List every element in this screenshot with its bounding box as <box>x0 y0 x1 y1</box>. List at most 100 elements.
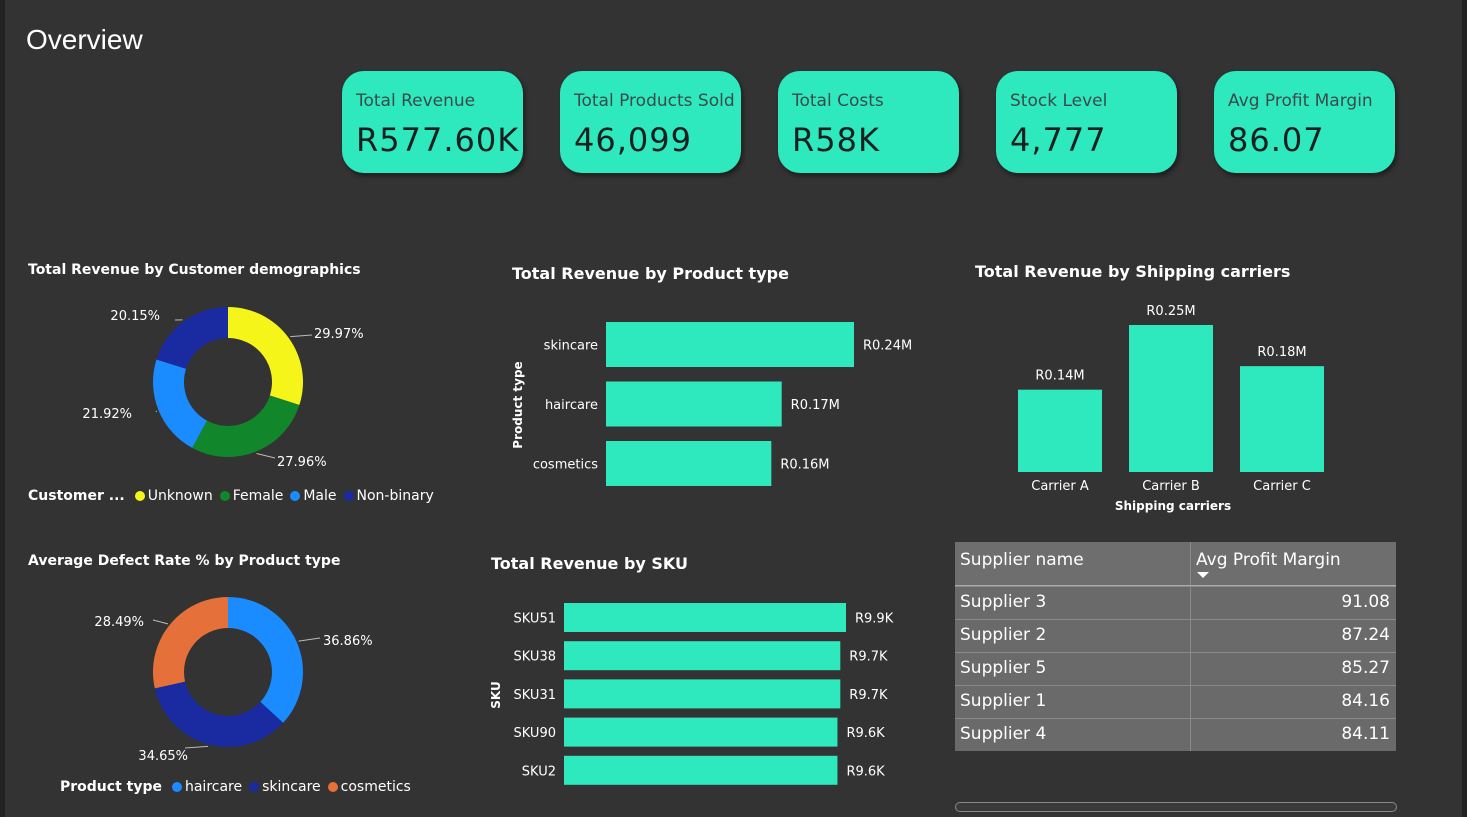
donut-slice-female[interactable] <box>192 395 300 457</box>
legend-dot <box>249 782 260 792</box>
kpi-label: Total Products Sold <box>574 91 735 111</box>
kpi-value: 4,777 <box>1010 121 1107 159</box>
kpi-card-stock-level[interactable]: Stock Level 4,777 <box>996 71 1177 173</box>
kpi-card-total-revenue[interactable]: Total Revenue R577.60K <box>342 71 523 173</box>
bar-sku2[interactable] <box>564 755 838 785</box>
table-row[interactable]: Supplier 4 84.11 <box>955 718 1396 751</box>
column-divider <box>1190 620 1191 652</box>
kpi-value: R577.60K <box>356 121 520 159</box>
bar-sku90[interactable] <box>564 717 838 747</box>
data-label: R9.6K <box>846 726 885 741</box>
table-header: Supplier name Avg Profit Margin <box>955 542 1396 586</box>
data-label: R9.7K <box>849 650 888 665</box>
legend-dot <box>327 782 338 792</box>
cell-supplier: Supplier 1 <box>960 691 1047 711</box>
category-tick-label: SKU38 <box>514 650 557 665</box>
supplier-table[interactable]: Supplier name Avg Profit Margin Supplier… <box>955 542 1396 751</box>
donut-slice-skincare[interactable] <box>154 681 284 747</box>
slice-label: 36.86% <box>323 634 373 649</box>
column-divider <box>1190 542 1191 585</box>
data-label: R0.24M <box>863 339 912 354</box>
demographics-donut-chart[interactable]: 29.97% 27.96% 21.92% 20.15% <box>20 290 460 480</box>
table-row[interactable]: Supplier 5 85.27 <box>955 652 1396 685</box>
donut-slice-unknown[interactable] <box>228 307 303 406</box>
donut-slice-non-binary[interactable] <box>156 307 228 369</box>
legend-dot <box>290 491 301 501</box>
donut-slice-cosmetics[interactable] <box>153 597 228 689</box>
cell-margin: 84.11 <box>1341 724 1390 744</box>
leader-line <box>256 453 276 459</box>
leader-line <box>290 334 313 338</box>
bar-carrier-c[interactable] <box>1240 366 1324 472</box>
donut-slice-haircare[interactable] <box>228 597 303 723</box>
sort-descending-icon[interactable] <box>1196 571 1210 579</box>
cell-supplier: Supplier 3 <box>960 592 1047 612</box>
window-frame-left <box>0 0 5 817</box>
category-tick-label: SKU2 <box>522 764 556 779</box>
bar-cosmetics[interactable] <box>606 441 772 486</box>
bar-sku31[interactable] <box>564 679 841 709</box>
data-label: R9.9K <box>855 612 894 627</box>
legend-item-cosmetics[interactable]: cosmetics <box>327 779 411 795</box>
kpi-value: 46,099 <box>574 121 692 159</box>
bar-sku51[interactable] <box>564 603 846 632</box>
donut-slice-male[interactable] <box>152 359 207 448</box>
bar-skincare[interactable] <box>606 322 854 367</box>
data-label: R9.7K <box>849 688 888 703</box>
shipping-carriers-chart-title: Total Revenue by Shipping carriers <box>975 262 1291 281</box>
defect-rate-legend: Product type haircare skincare cosmetics <box>60 779 418 795</box>
bar-carrier-a[interactable] <box>1018 389 1102 472</box>
shipping-carriers-bar-chart[interactable]: R0.14M Carrier A R0.25M Carrier B R0.18M Carr… <box>990 295 1350 520</box>
kpi-card-total-products-sold[interactable]: Total Products Sold 46,099 <box>560 71 741 173</box>
legend-item-unknown[interactable]: Unknown <box>134 488 213 504</box>
slice-label: 20.15% <box>110 309 160 324</box>
data-label: R9.6K <box>846 764 885 779</box>
column-divider <box>1190 587 1191 619</box>
column-header-avg-profit-margin[interactable]: Avg Profit Margin <box>1196 550 1341 570</box>
cell-margin: 91.08 <box>1341 592 1390 612</box>
table-horizontal-scrollbar[interactable] <box>955 802 1397 812</box>
data-label: R0.14M <box>1035 369 1084 384</box>
bar-haircare[interactable] <box>606 381 782 427</box>
y-axis-label: SKU <box>489 681 503 708</box>
cell-margin: 85.27 <box>1341 658 1390 678</box>
legend-label: Unknown <box>147 488 213 504</box>
legend-item-female[interactable]: Female <box>219 488 283 504</box>
sku-bar-chart[interactable]: SKU SKU51 R9.9K SKU38 R9.7K SKU31 R9.7K SKU90 R9… <box>485 595 925 795</box>
table-row[interactable]: Supplier 2 87.24 <box>955 619 1396 652</box>
product-type-bar-chart[interactable]: Product type skincare R0.24M haircare R0.17M… <box>500 300 940 500</box>
column-header-supplier-name[interactable]: Supplier name <box>960 550 1084 570</box>
kpi-label: Stock Level <box>1010 91 1108 111</box>
kpi-card-total-costs[interactable]: Total Costs R58K <box>778 71 959 173</box>
legend-dot <box>134 491 145 501</box>
kpi-value: 86.07 <box>1228 121 1325 159</box>
data-label: R0.16M <box>780 458 829 473</box>
data-label: R0.18M <box>1257 345 1306 360</box>
kpi-card-avg-profit-margin[interactable]: Avg Profit Margin 86.07 <box>1214 71 1395 173</box>
category-tick-label: SKU31 <box>514 688 557 703</box>
leader-line <box>298 637 321 642</box>
table-row[interactable]: Supplier 1 84.16 <box>955 685 1396 718</box>
legend-item-male[interactable]: Male <box>290 488 337 504</box>
data-label: R0.17M <box>791 398 840 413</box>
table-row[interactable]: Supplier 3 91.08 <box>955 586 1396 619</box>
defect-rate-donut-chart[interactable]: 36.86% 34.65% 28.49% <box>20 580 460 775</box>
legend-dot <box>343 491 354 501</box>
column-divider <box>1190 719 1191 751</box>
legend-item-haircare[interactable]: haircare <box>171 779 242 795</box>
category-tick-label: Carrier C <box>1253 479 1311 494</box>
cell-supplier: Supplier 5 <box>960 658 1047 678</box>
bar-carrier-b[interactable] <box>1129 325 1213 472</box>
legend-item-non-binary[interactable]: Non-binary <box>343 488 434 504</box>
bar-sku38[interactable] <box>564 641 841 671</box>
category-tick-label: Carrier A <box>1031 479 1089 494</box>
leader-line <box>152 619 169 625</box>
legend-dot <box>171 782 182 792</box>
demographics-legend: Customer ... Unknown Female Male Non-bin… <box>28 488 441 504</box>
column-divider <box>1190 686 1191 718</box>
legend-item-skincare[interactable]: skincare <box>249 779 321 795</box>
legend-title: Product type <box>60 779 162 795</box>
page-title: Overview <box>26 24 143 55</box>
category-tick-label: skincare <box>544 339 598 354</box>
cell-margin: 84.16 <box>1341 691 1390 711</box>
